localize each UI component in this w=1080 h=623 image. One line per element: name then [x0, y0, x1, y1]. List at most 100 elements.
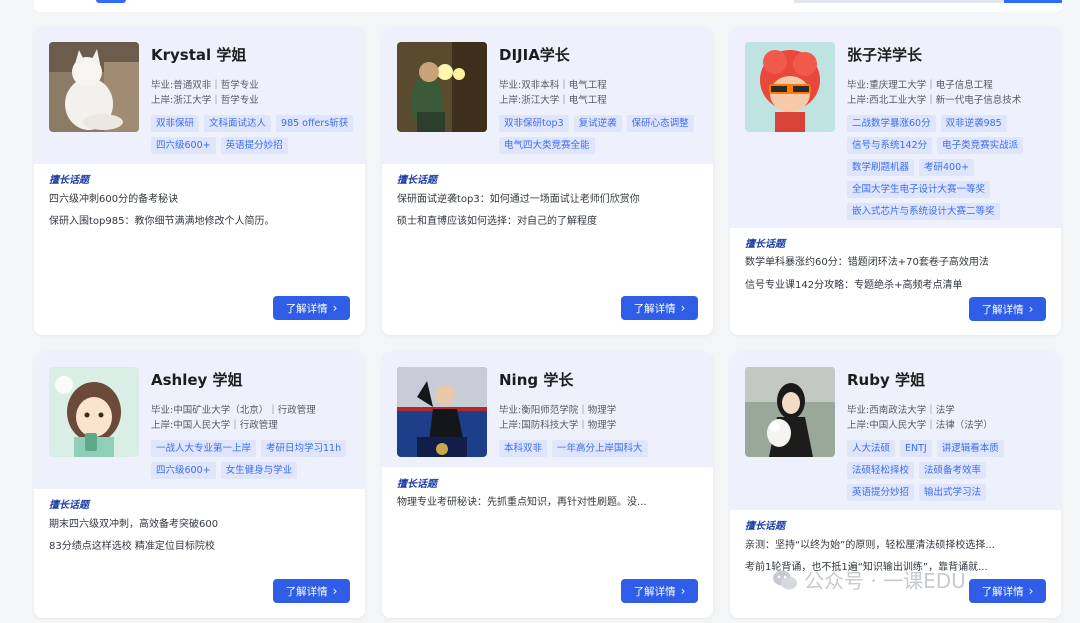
tag: 输出式学习法 — [919, 484, 987, 501]
tag: 考研日均学习11h — [261, 440, 347, 457]
search-button-edge — [1004, 0, 1062, 3]
graduation-info: 毕业:重庆理工大学｜电子信息工程 — [847, 80, 993, 91]
admission-info: 上岸:中国人民大学｜行政管理 — [151, 420, 278, 431]
topic-item: 硕士和直博应该如何选择：对自己的了解程度 — [397, 216, 597, 227]
mentor-name: Ruby 学姐 — [847, 371, 925, 389]
tag: 英语提分妙招 — [847, 484, 915, 501]
tag: 双非保研top3 — [499, 115, 569, 132]
tag: 四六级600+ — [151, 462, 216, 479]
topic-heading: 擅长话题 — [397, 175, 437, 186]
topic-heading: 擅长话题 — [745, 521, 785, 532]
tag: 复试逆袭 — [573, 115, 622, 132]
tag: 双非逆袭985 — [940, 115, 1007, 132]
chevron-right-icon: › — [680, 584, 686, 598]
avatar — [745, 367, 835, 457]
topic-item: 数学单科暴涨约60分：错题闭环法+70套卷子高效用法 — [745, 257, 989, 268]
graduation-info: 毕业:中国矿业大学（北京）｜行政管理 — [151, 405, 316, 416]
topic-heading: 擅长话题 — [49, 175, 89, 186]
chevron-right-icon: › — [332, 584, 338, 598]
avatar — [49, 367, 139, 457]
details-button[interactable]: 了解详情 › — [273, 579, 350, 603]
details-button[interactable]: 了解详情 › — [621, 296, 698, 320]
topic-item: 四六级冲刺600分的备考秘诀 — [49, 194, 179, 205]
graduation-info: 毕业:普通双非｜哲学专业 — [151, 80, 259, 91]
watermark: 公众号 · 一课EDU — [772, 565, 966, 594]
chevron-right-icon: › — [1028, 584, 1034, 598]
tag: 985 offers斩获 — [276, 115, 354, 132]
graduation-info: 毕业:西南政法大学｜法学 — [847, 405, 955, 416]
tag: 英语提分妙招 — [220, 137, 288, 154]
admission-info: 上岸:西北工业大学｜新一代电子信息技术 — [847, 95, 1022, 106]
top-search-strip — [34, 0, 1062, 12]
topic-item: 信号专业课142分攻略：专题绝杀+高频考点清单 — [745, 280, 963, 291]
mentor-name: Ashley 学姐 — [151, 371, 243, 389]
graduation-info: 毕业:衡阳师范学院｜物理学 — [499, 405, 617, 416]
watermark-text: 公众号 · 一课EDU — [804, 569, 966, 593]
details-button[interactable]: 了解详情 › — [273, 296, 350, 320]
tag: 保研心态调整 — [626, 115, 694, 132]
admission-info: 上岸:中国人民大学｜法律（法学） — [847, 420, 993, 431]
admission-info: 上岸:浙江大学｜电气工程 — [499, 95, 607, 106]
mentor-card-zhangziyang: 张子洋学长 毕业:重庆理工大学｜电子信息工程 上岸:西北工业大学｜新一代电子信息… — [730, 27, 1061, 335]
mentor-card-ashley: Ashley 学姐 毕业:中国矿业大学（北京）｜行政管理 上岸:中国人民大学｜行… — [34, 352, 365, 618]
topic-heading: 擅长话题 — [49, 500, 89, 511]
wechat-icon — [773, 570, 797, 589]
details-button-label: 了解详情 — [981, 303, 1024, 316]
mentor-card-dijia: DIJIA学长 毕业:双非本科｜电气工程 上岸:浙江大学｜电气工程 双非保研to… — [382, 27, 713, 335]
mentor-card-ning: Ning 学长 毕业:衡阳师范学院｜物理学 上岸:国防科技大学｜物理学 本科双非… — [382, 352, 713, 618]
tag: 一年高分上岸国科大 — [552, 440, 648, 457]
graduation-info: 毕业:双非本科｜电气工程 — [499, 80, 607, 91]
tag: 全国大学生电子设计大赛一等奖 — [847, 181, 991, 198]
tag: 文科面试达人 — [204, 115, 272, 132]
admission-info: 上岸:国防科技大学｜物理学 — [499, 420, 617, 431]
avatar — [49, 42, 139, 132]
details-button-label: 了解详情 — [633, 585, 676, 598]
avatar — [397, 367, 487, 457]
search-box-edge — [794, 0, 1034, 3]
mentor-name: 张子洋学长 — [847, 46, 923, 64]
tag: 一战人大专业第一上岸 — [151, 440, 257, 457]
details-button-label: 了解详情 — [285, 585, 328, 598]
topic-item: 期末四六级双冲刺，高效备考突破600 — [49, 519, 219, 530]
chevron-right-icon: › — [1028, 302, 1034, 316]
topic-heading: 擅长话题 — [397, 479, 437, 490]
details-button[interactable]: 了解详情 › — [969, 297, 1046, 321]
tag-list: 本科双非 一年高分上岸国科大 — [499, 440, 704, 457]
mentor-name: Krystal 学姐 — [151, 46, 247, 64]
topic-item: 保研面试逆袭top3：如何通过一场面试让老师们欣赏你 — [397, 194, 640, 205]
tag: 考研400+ — [919, 159, 975, 176]
details-button[interactable]: 了解详情 › — [969, 579, 1046, 603]
topic-item: 保研入围top985：教你细节满满地修改个人简历。 — [49, 216, 275, 227]
tag: 双非保研 — [151, 115, 200, 132]
topic-item: 物理专业考研秘诀：先抓重点知识，再针对性刷题。没... — [397, 497, 647, 508]
avatar — [745, 42, 835, 132]
mentor-name: Ning 学长 — [499, 371, 574, 389]
mentor-card-krystal: Krystal 学姐 毕业:普通双非｜哲学专业 上岸:浙江大学｜哲学专业 双非保… — [34, 27, 365, 335]
tag: 嵌入式芯片与系统设计大赛二等奖 — [847, 203, 1000, 220]
mentor-name: DIJIA学长 — [499, 46, 570, 64]
tag: 本科双非 — [499, 440, 548, 457]
topic-heading: 擅长话题 — [745, 239, 785, 250]
tag: 电气四大类竞赛全能 — [499, 137, 595, 154]
tag: 信号与系统142分 — [847, 137, 933, 154]
topic-item: 亲测：坚持“以终为始”的原则，轻松厘清法硕择校选择... — [745, 540, 995, 551]
tag: 女生健身与学业 — [220, 462, 298, 479]
details-button-label: 了解详情 — [285, 302, 328, 315]
tag: ENTJ — [900, 440, 932, 457]
chevron-right-icon: › — [332, 301, 338, 315]
tag: 二战数学暴涨60分 — [847, 115, 936, 132]
details-button[interactable]: 了解详情 › — [621, 579, 698, 603]
chevron-right-icon: › — [680, 301, 686, 315]
topic-item: 83分绩点这样选校 精准定位目标院校 — [49, 541, 215, 552]
tag-list: 一战人大专业第一上岸 考研日均学习11h 四六级600+ 女生健身与学业 — [151, 440, 356, 479]
details-button-label: 了解详情 — [633, 302, 676, 315]
tab-indicator — [96, 0, 126, 3]
tag: 人大法硕 — [847, 440, 896, 457]
admission-info: 上岸:浙江大学｜哲学专业 — [151, 95, 259, 106]
tag: 法硕备考效率 — [919, 462, 987, 479]
avatar — [397, 42, 487, 132]
tag-list: 二战数学暴涨60分 双非逆袭985 信号与系统142分 电子类竞赛实战派 数学刷… — [847, 115, 1042, 220]
details-button-label: 了解详情 — [981, 585, 1024, 598]
tag: 数学刷题机器 — [847, 159, 915, 176]
tag: 电子类竞赛实战派 — [937, 137, 1024, 154]
